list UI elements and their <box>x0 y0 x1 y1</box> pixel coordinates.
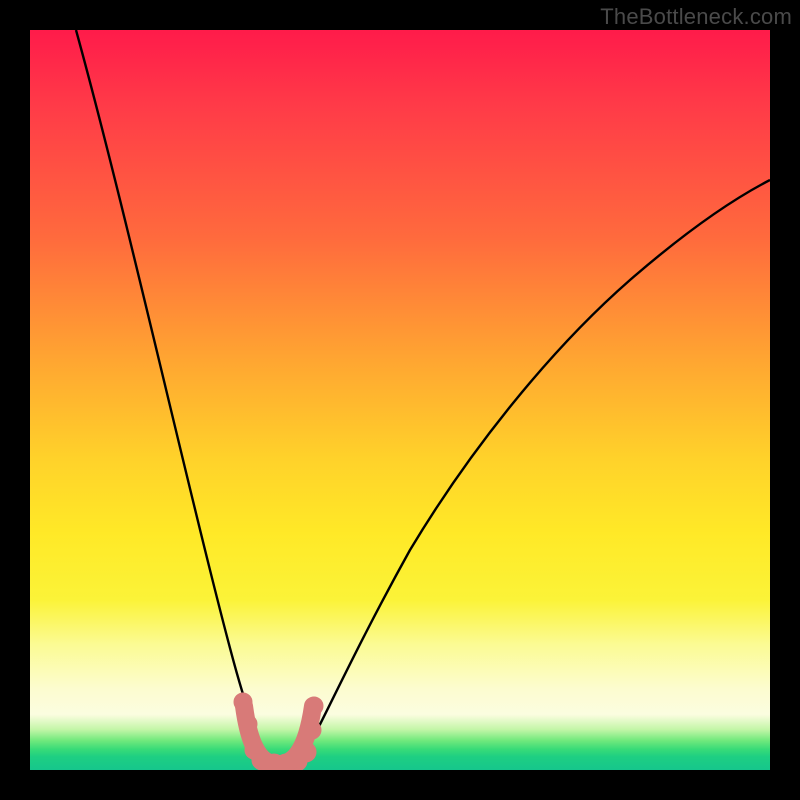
bottleneck-curve-right <box>282 180 770 766</box>
plot-area <box>30 30 770 770</box>
highlight-dots <box>234 693 323 770</box>
bottleneck-curve-left <box>76 30 282 766</box>
curve-overlay <box>30 30 770 770</box>
chart-frame: TheBottleneck.com <box>0 0 800 800</box>
watermark-text: TheBottleneck.com <box>600 4 792 30</box>
